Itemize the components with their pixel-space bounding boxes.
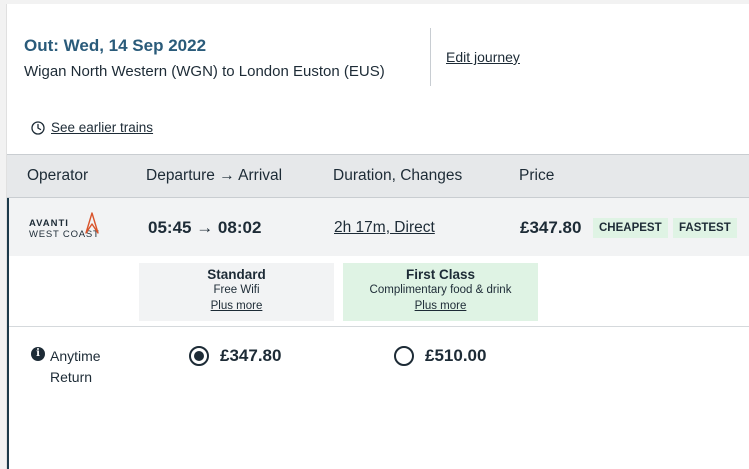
operator-logo-name: AVANTI (29, 218, 69, 229)
column-operator: Operator (27, 167, 89, 184)
header-divider (430, 28, 431, 86)
train-summary-row[interactable]: AVANTI WEST COAST 05:45 → 08:02 2h 17m, … (9, 198, 749, 256)
edit-journey-link[interactable]: Edit journey (446, 49, 520, 65)
class-name: First Class (405, 267, 476, 282)
column-duration-changes: Duration, Changes (333, 167, 463, 184)
clock-icon (31, 120, 45, 135)
fare-first-radio[interactable] (394, 346, 414, 366)
row-divider (9, 326, 749, 327)
avanti-mark-icon (85, 212, 99, 234)
cheapest-badge: CHEAPEST (593, 218, 668, 238)
column-header-row: Operator Departure → Arrival Duration, C… (7, 154, 749, 198)
fastest-badge: FASTEST (673, 218, 737, 238)
duration-link[interactable]: 2h 17m, Direct (334, 219, 435, 237)
train-result: AVANTI WEST COAST 05:45 → 08:02 2h 17m, … (7, 198, 749, 469)
class-description: Free Wifi (213, 284, 260, 296)
journey-route: Wigan North Western (WGN) to London Eust… (24, 63, 385, 80)
see-earlier-trains-label: See earlier trains (51, 120, 154, 135)
fare-first-price: £510.00 (425, 346, 487, 365)
journey-card: Out: Wed, 14 Sep 2022 Wigan North Wester… (6, 4, 749, 469)
journey-title: Out: Wed, 14 Sep 2022 (24, 36, 207, 55)
fare-standard-radio[interactable] (189, 346, 209, 366)
class-name: Standard (207, 267, 266, 282)
class-standard: Standard Free Wifi Plus more (139, 263, 334, 321)
ticket-type-name: Anytime Return (50, 348, 101, 385)
class-description: Complimentary food & drink (369, 284, 512, 296)
class-plus-more-link[interactable]: Plus more (343, 300, 538, 312)
fare-first-option[interactable]: £510.00 (394, 346, 486, 366)
info-icon[interactable]: i (31, 347, 45, 361)
departure-arrival-times: 05:45 → 08:02 (148, 218, 262, 237)
column-price: Price (519, 167, 555, 184)
see-earlier-trains-link[interactable]: See earlier trains (31, 120, 153, 135)
fare-standard-option[interactable]: £347.80 (189, 346, 281, 366)
cheapest-price: £347.80 (520, 218, 582, 237)
operator-logo: AVANTI WEST COAST (29, 212, 109, 246)
class-first: First Class Complimentary food & drink P… (343, 263, 538, 321)
fare-standard-price: £347.80 (220, 346, 282, 365)
class-plus-more-link[interactable]: Plus more (139, 300, 334, 312)
column-departure-arrival: Departure → Arrival (146, 167, 283, 184)
